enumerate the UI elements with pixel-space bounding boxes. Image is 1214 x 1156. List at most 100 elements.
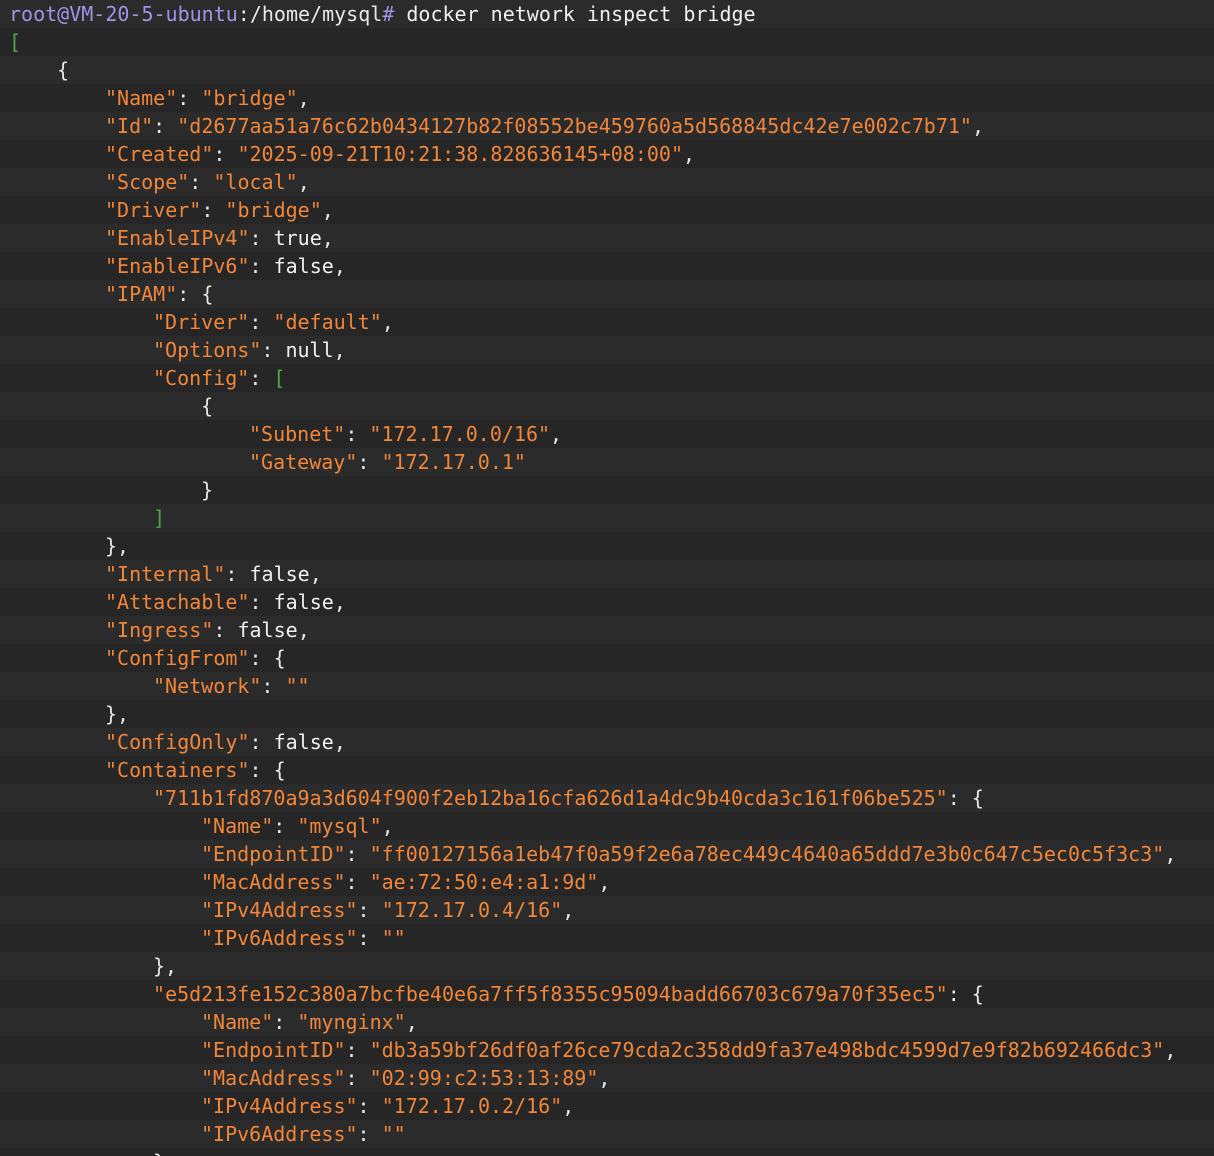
json-string: "" <box>285 674 310 698</box>
json-string: "172.17.0.2/16" <box>381 1094 563 1118</box>
json-punctuation: : <box>357 1094 382 1118</box>
json-literal: false <box>273 590 334 614</box>
json-punctuation: , <box>333 730 346 754</box>
json-punctuation: , <box>297 86 310 110</box>
json-key: "Internal" <box>105 562 226 586</box>
json-string: "bridge" <box>225 198 322 222</box>
json-key: "Name" <box>201 814 274 838</box>
json-punctuation: : <box>153 114 178 138</box>
json-string: "172.17.0.1" <box>381 450 526 474</box>
json-punctuation: : { <box>947 982 984 1006</box>
output-line: "Name": "bridge", <box>0 84 1214 112</box>
json-punctuation: : <box>249 366 274 390</box>
json-punctuation: : <box>249 590 274 614</box>
output-line: "Name": "mysql", <box>0 812 1214 840</box>
json-string: "bridge" <box>201 86 298 110</box>
json-key: "Attachable" <box>105 590 250 614</box>
json-punctuation: : <box>261 674 286 698</box>
output-line: "EndpointID": "db3a59bf26df0af26ce79cda2… <box>0 1036 1214 1064</box>
output-line: "Config": [ <box>0 364 1214 392</box>
json-key: "IPv6Address" <box>201 926 358 950</box>
output-line: "IPv6Address": "" <box>0 924 1214 952</box>
json-string: "711b1fd870a9a3d604f900f2eb12ba16cfa626d… <box>153 786 948 810</box>
json-punctuation: : <box>345 870 370 894</box>
json-punctuation: { <box>201 394 214 418</box>
output-line: "ConfigOnly": false, <box>0 728 1214 756</box>
output-line: "Name": "mynginx", <box>0 1008 1214 1036</box>
output-line: "IPv6Address": "" <box>0 1120 1214 1148</box>
output-line: }, <box>0 700 1214 728</box>
prompt-text: # <box>382 2 407 26</box>
json-bracket: ] <box>153 506 166 530</box>
prompt-text: root@VM-20-5-ubuntu <box>9 2 238 26</box>
json-punctuation: , <box>971 114 985 138</box>
json-literal: true <box>273 226 322 250</box>
json-punctuation: : { <box>249 758 286 782</box>
output-line: { <box>0 392 1214 420</box>
output-line: "Scope": "local", <box>0 168 1214 196</box>
json-punctuation: , <box>405 1010 418 1034</box>
json-punctuation: { <box>57 58 70 82</box>
json-punctuation: : <box>249 310 274 334</box>
json-literal: false <box>273 730 334 754</box>
output-line: "MacAddress": "ae:72:50:e4:a1:9d", <box>0 868 1214 896</box>
json-punctuation: , <box>598 870 611 894</box>
output-line: { <box>0 56 1214 84</box>
json-string: "" <box>381 926 406 950</box>
output-line: "Subnet": "172.17.0.0/16", <box>0 420 1214 448</box>
output-line: "EndpointID": "ff00127156a1eb47f0a59f2e6… <box>0 840 1214 868</box>
json-string: "e5d213fe152c380a7bcfbe40e6a7ff5f8355c95… <box>153 982 948 1006</box>
json-string: "" <box>381 1122 406 1146</box>
json-punctuation: , <box>297 170 310 194</box>
json-punctuation: : <box>345 1066 370 1090</box>
output-line: "Network": "" <box>0 672 1214 700</box>
json-key: "IPv4Address" <box>201 1094 358 1118</box>
json-punctuation: , <box>550 422 563 446</box>
json-string: "02:99:c2:53:13:89" <box>369 1066 599 1090</box>
json-key: "Options" <box>153 338 262 362</box>
json-punctuation: } <box>201 478 214 502</box>
json-key: "EndpointID" <box>201 842 346 866</box>
json-key: "Name" <box>105 86 178 110</box>
json-punctuation: : <box>357 926 382 950</box>
output-line: "EnableIPv4": true, <box>0 224 1214 252</box>
json-punctuation: , <box>321 226 334 250</box>
json-literal: false <box>273 254 334 278</box>
json-key: "Id" <box>105 114 154 138</box>
json-punctuation: : <box>357 898 382 922</box>
json-literal: null <box>285 338 334 362</box>
json-string: "2025-09-21T10:21:38.828636145+08:00" <box>237 142 683 166</box>
json-key: "ConfigFrom" <box>105 646 250 670</box>
output-line: "IPv4Address": "172.17.0.2/16", <box>0 1092 1214 1120</box>
output-line: "Driver": "bridge", <box>0 196 1214 224</box>
json-key: "Scope" <box>105 170 190 194</box>
output-line: "IPAM": { <box>0 280 1214 308</box>
json-punctuation: , <box>562 1094 575 1118</box>
json-bracket: [ <box>273 366 286 390</box>
json-punctuation: }, <box>105 534 130 558</box>
json-string: "db3a59bf26df0af26ce79cda2c358dd9fa37e49… <box>369 1038 1165 1062</box>
json-string: "mysql" <box>297 814 382 838</box>
output-line: "IPv4Address": "172.17.0.4/16", <box>0 896 1214 924</box>
json-string: "d2677aa51a76c62b0434127b82f08552be45976… <box>177 114 972 138</box>
json-string: "172.17.0.0/16" <box>369 422 551 446</box>
json-punctuation: , <box>309 562 322 586</box>
json-punctuation: , <box>1164 1038 1177 1062</box>
json-key: "Name" <box>201 1010 274 1034</box>
terminal-window[interactable]: root@VM-20-5-ubuntu:/home/mysql# docker … <box>0 0 1214 1156</box>
output-line: "Internal": false, <box>0 560 1214 588</box>
json-key: "EnableIPv6" <box>105 254 250 278</box>
json-key: "Driver" <box>105 198 202 222</box>
json-punctuation: : <box>357 1122 382 1146</box>
json-punctuation: , <box>333 338 346 362</box>
json-key: "Created" <box>105 142 214 166</box>
json-key: "ConfigOnly" <box>105 730 250 754</box>
json-string: "default" <box>273 310 382 334</box>
output-line: } <box>0 476 1214 504</box>
json-punctuation: : <box>345 1038 370 1062</box>
command-prompt-line: root@VM-20-5-ubuntu:/home/mysql# docker … <box>0 0 1214 28</box>
json-punctuation: }, <box>105 702 130 726</box>
json-punctuation: , <box>333 590 346 614</box>
json-punctuation: , <box>598 1066 611 1090</box>
json-string: "local" <box>213 170 298 194</box>
